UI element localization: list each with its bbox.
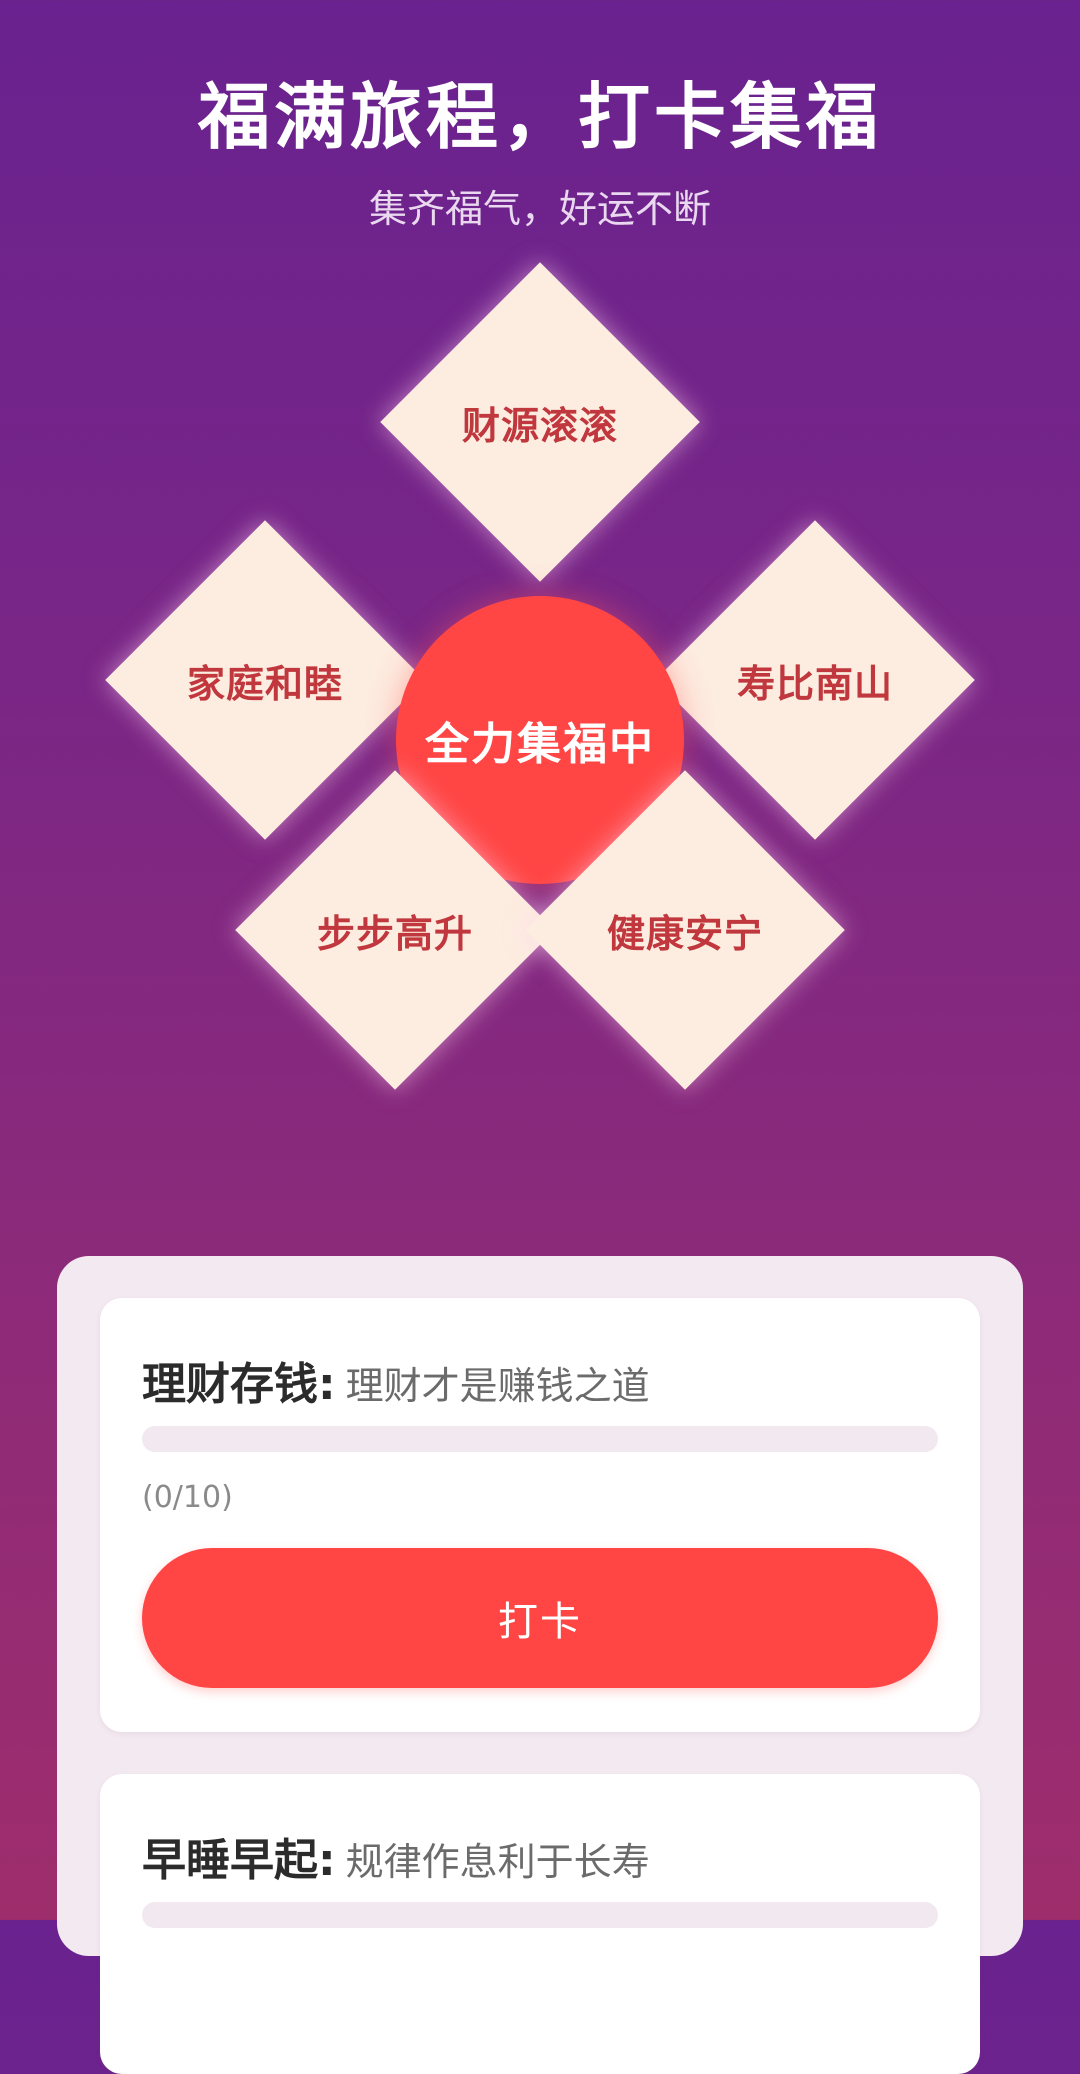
task-progress-bar xyxy=(142,1426,938,1452)
task-name: 理财存钱: xyxy=(142,1359,336,1410)
task-description: 理财才是赚钱之道 xyxy=(345,1364,650,1408)
task-header: 理财存钱: 理财才是赚钱之道 xyxy=(142,1348,650,1412)
page-title: 福满旅程，打卡集福 xyxy=(197,75,882,159)
blessing-label: 步步高升 xyxy=(316,911,473,956)
task-progress-count: (0/10) xyxy=(142,1480,233,1515)
task-header: 早睡早起: 规律作息利于长寿 xyxy=(142,1824,650,1888)
page-subtitle: 集齐福气，好运不断 xyxy=(368,187,711,231)
task-name: 早睡早起: xyxy=(142,1835,336,1886)
blessing-tile-bottom-left[interactable]: 步步高升 xyxy=(235,770,555,1090)
blessing-tile-bottom-right[interactable]: 健康安宁 xyxy=(525,770,845,1090)
task-card: 理财存钱: 理财才是赚钱之道 (0/10) 打卡 xyxy=(100,1298,980,1732)
checkin-button[interactable]: 打卡 xyxy=(142,1548,938,1688)
task-description: 规律作息利于长寿 xyxy=(345,1840,650,1884)
task-progress-bar xyxy=(142,1902,938,1928)
center-status-label: 全力集福中 xyxy=(425,719,655,770)
blessing-label: 健康安宁 xyxy=(606,911,763,956)
blessing-tile-top[interactable]: 财源滚滚 xyxy=(380,262,700,582)
blessing-label: 财源滚滚 xyxy=(461,403,618,448)
task-card: 早睡早起: 规律作息利于长寿 xyxy=(100,1774,980,2074)
